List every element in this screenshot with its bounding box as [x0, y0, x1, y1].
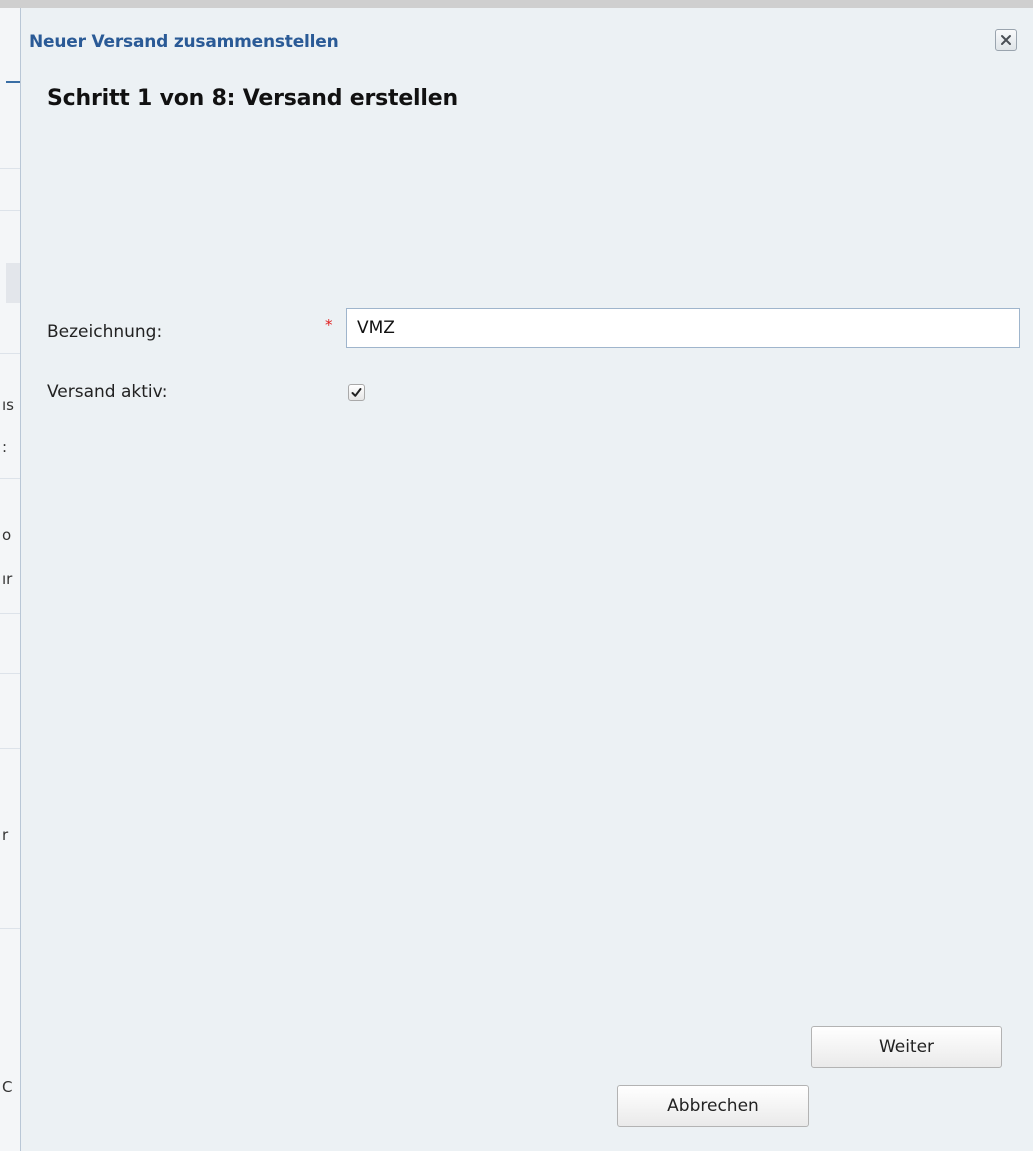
background-panel: [6, 263, 20, 303]
active-label: Versand aktiv:: [47, 382, 168, 402]
close-icon: [1001, 35, 1011, 45]
name-input[interactable]: [346, 308, 1020, 348]
cancel-button[interactable]: Abbrechen: [617, 1085, 809, 1127]
wizard-dialog: Neuer Versand zusammenstellen Schritt 1 …: [20, 8, 1033, 1151]
background-text-fragment: :: [2, 438, 8, 456]
background-row-divider: [0, 673, 20, 674]
step-heading: Schritt 1 von 8: Versand erstellen: [47, 86, 458, 111]
background-row-divider: [0, 478, 20, 479]
background-text-fragment: C: [2, 1078, 13, 1096]
background-accent-line: [6, 81, 20, 83]
background-text-fragment: ır: [2, 570, 13, 588]
active-checkbox[interactable]: [348, 384, 365, 401]
required-marker: *: [325, 316, 333, 334]
background-app-edge: ıs : o ır r C: [0, 8, 21, 1151]
background-row-divider: [0, 353, 20, 354]
background-row-divider: [0, 928, 20, 929]
background-row-divider: [0, 613, 20, 614]
background-top-strip: [0, 0, 1033, 8]
dialog-titlebar[interactable]: Neuer Versand zusammenstellen: [21, 8, 1033, 74]
background-row-divider: [0, 168, 20, 169]
background-row-divider: [0, 210, 20, 211]
background-row-divider: [0, 748, 20, 749]
next-button[interactable]: Weiter: [811, 1026, 1002, 1068]
dialog-title: Neuer Versand zusammenstellen: [29, 32, 339, 52]
checkmark-icon: [351, 388, 362, 397]
name-label: Bezeichnung:: [47, 322, 163, 342]
background-text-fragment: ıs: [2, 396, 14, 414]
close-button[interactable]: [995, 29, 1017, 51]
background-text-fragment: o: [2, 526, 12, 544]
screen: ıs : o ır r C Neuer Versand zusammenstel…: [0, 0, 1033, 1151]
background-text-fragment: r: [2, 826, 9, 844]
